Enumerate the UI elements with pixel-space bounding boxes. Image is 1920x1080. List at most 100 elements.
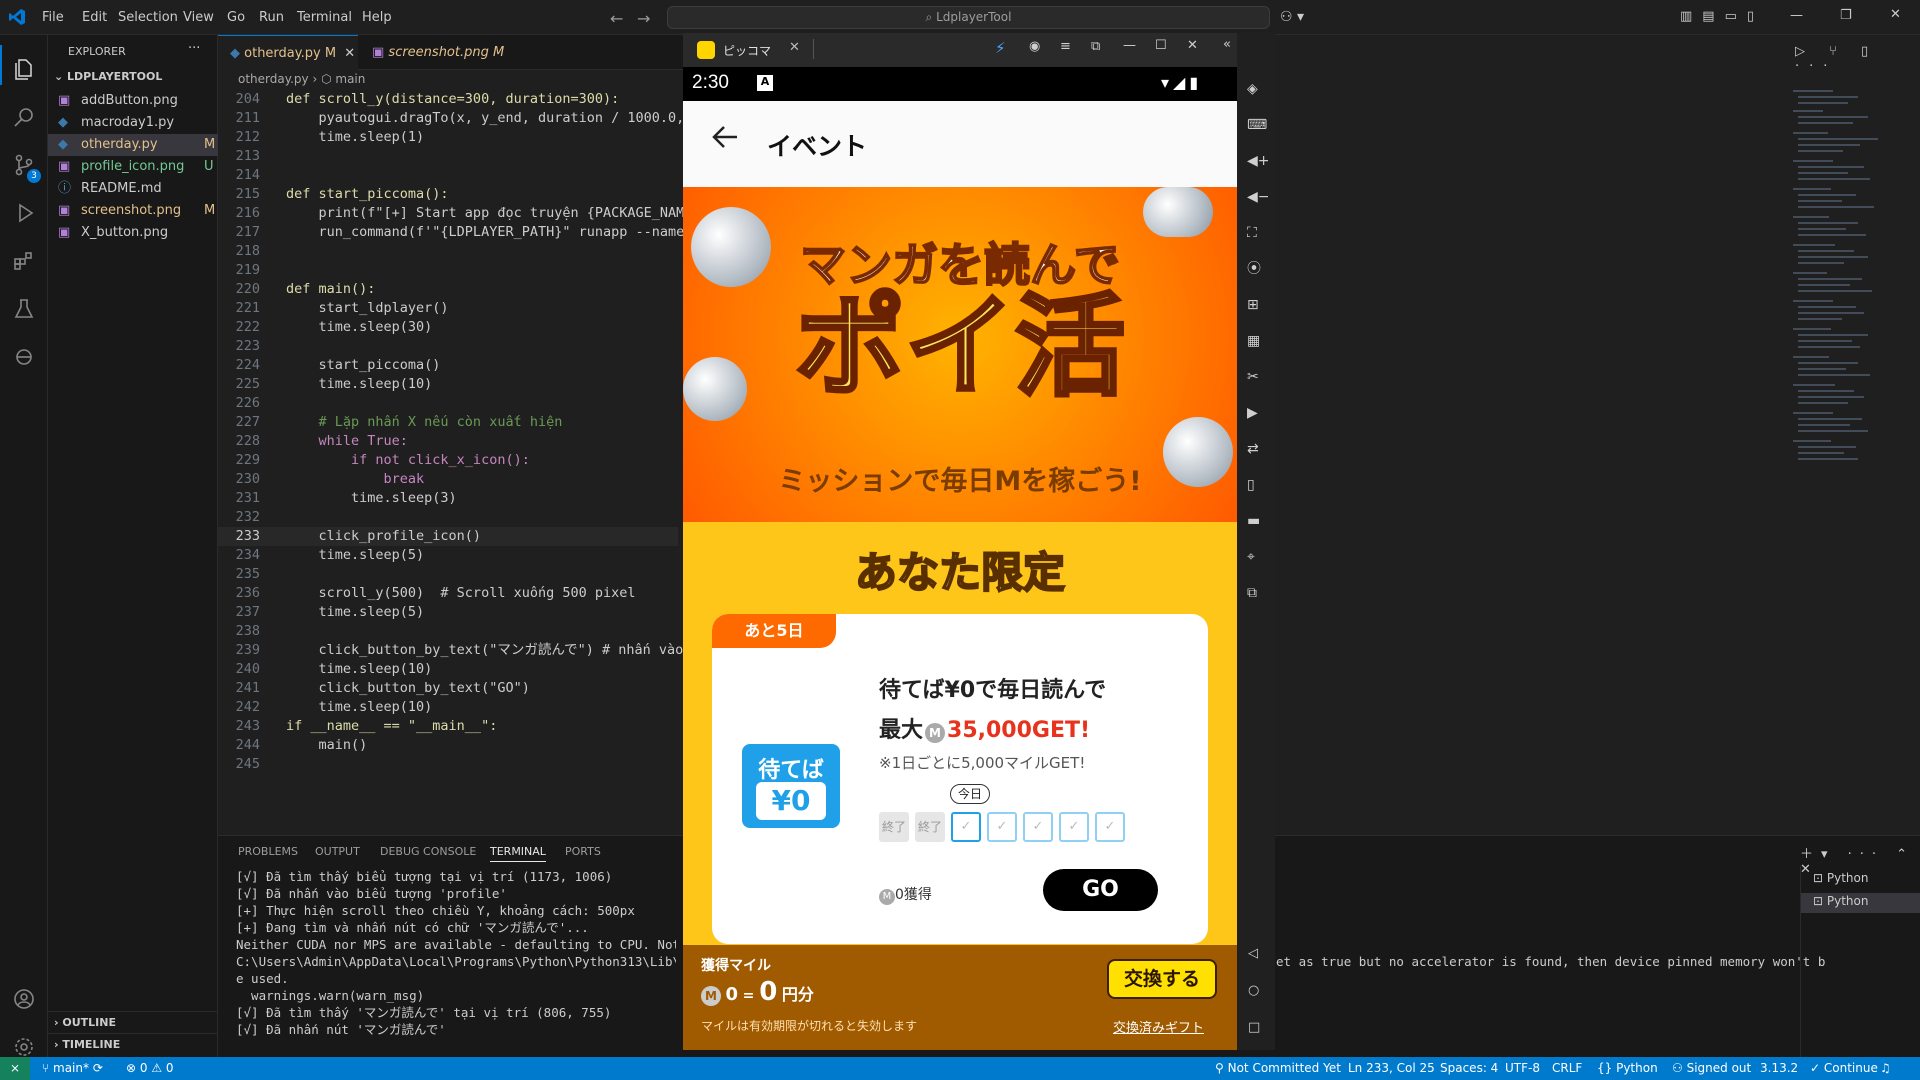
close-tab-icon[interactable]: ✕ [344, 46, 355, 61]
editor-actions[interactable]: ▷ ⑂ ▯ ··· [1795, 44, 1920, 74]
apk-icon[interactable]: ▦ [1247, 323, 1270, 359]
panel-tab-output[interactable]: OUTPUT [315, 845, 360, 858]
collapse-sidebar-icon[interactable]: « [1223, 37, 1231, 52]
lightning-icon[interactable]: ⚡ [995, 39, 1006, 57]
go-button[interactable]: GO [1043, 869, 1158, 911]
home-nav-icon[interactable]: ○ [1248, 983, 1259, 998]
close-icon[interactable]: ✕ [1187, 38, 1198, 53]
remote-icon[interactable] [0, 333, 48, 381]
volume-up-icon[interactable]: ◀+ [1247, 143, 1270, 179]
testing-icon[interactable] [0, 285, 48, 333]
line-ending[interactable]: CRLF [1552, 1057, 1582, 1080]
maximize-icon[interactable]: ☐ [1155, 38, 1167, 53]
breadcrumb[interactable]: otherday.py › ⬡ main [238, 72, 365, 86]
event-banner[interactable]: マンガを読んで ポイ活 ミッションで毎日Mを稼ごう! [683, 187, 1237, 522]
exchange-button[interactable]: 交換する [1107, 959, 1217, 999]
close-icon[interactable]: ✕ [1890, 7, 1901, 22]
account-icon[interactable] [0, 975, 48, 1023]
emulator-tool-icons[interactable]: ◈ ⌨ ◀+ ◀− ⛶ ⦿ ⊞ ▦ ✂ ▶ ⇄ ▯ ▬ ⌖ ⧉ [1247, 71, 1270, 611]
volume-down-icon[interactable]: ◀− [1247, 179, 1270, 215]
recents-nav-icon[interactable]: □ [1248, 1020, 1260, 1035]
gamepad-icon[interactable]: ◈ [1247, 71, 1270, 107]
outline-section[interactable]: › OUTLINE [48, 1011, 218, 1033]
panel-tab-terminal[interactable]: TERMINAL [490, 845, 546, 862]
indentation[interactable]: Spaces: 4 [1440, 1057, 1498, 1080]
bell-icon[interactable]: ♫ [1880, 1057, 1891, 1080]
fullscreen-icon[interactable]: ⛶ [1247, 215, 1270, 251]
nav-forward-icon[interactable]: → [637, 9, 650, 28]
minimize-icon[interactable]: — [1123, 38, 1136, 53]
source-control-icon[interactable]: 3 [0, 141, 48, 189]
folder-icon[interactable]: ▬ [1247, 503, 1270, 539]
minimap[interactable] [1790, 88, 1900, 588]
panel-tab-debug-console[interactable]: DEBUG CONSOLE [380, 845, 476, 858]
exchanged-gifts-link[interactable]: 交換済みギフト [1113, 1017, 1204, 1036]
tab-otherday[interactable]: ◆ otherday.py M ✕ [218, 35, 358, 70]
layout-icons[interactable]: ▥▤▭▯ [1680, 9, 1764, 24]
sync-icon[interactable]: ⇄ [1247, 431, 1270, 467]
close-tab-icon[interactable]: ✕ [789, 40, 800, 55]
record-icon[interactable]: ▶ [1247, 395, 1270, 431]
menu-icon[interactable]: ≡ [1060, 39, 1071, 54]
problems-count[interactable]: ⊗ 0 ⚠ 0 [126, 1057, 174, 1080]
git-blame[interactable]: ⚲ Not Committed Yet [1215, 1057, 1341, 1080]
multi-instance-icon[interactable]: ⧉ [1247, 575, 1270, 611]
shake-icon[interactable]: ▯ [1247, 467, 1270, 503]
add-apk-icon[interactable]: ⊞ [1247, 287, 1270, 323]
mission-card[interactable]: あと5日 待てば ¥0 待てば¥0で毎日読んで 最大 M 35,000GET! ※1… [712, 614, 1208, 944]
timeline-section[interactable]: › TIMELINE [48, 1033, 218, 1055]
encoding[interactable]: UTF-8 [1505, 1057, 1540, 1080]
language-mode[interactable]: {} Python [1597, 1057, 1658, 1080]
continue-status[interactable]: ✓ Continue [1810, 1057, 1878, 1080]
terminal-list-item[interactable]: ⊡ Python [1813, 871, 1868, 885]
cursor-position[interactable]: Ln 233, Col 25 [1348, 1057, 1435, 1080]
file-item[interactable]: ▣ profile_icon.png U [48, 156, 218, 178]
file-item[interactable]: ◆ macroday1.py [48, 112, 218, 134]
panel-tab-problems[interactable]: PROBLEMS [238, 845, 298, 858]
menu-help[interactable]: Help [357, 0, 397, 35]
nav-back-icon[interactable]: ← [610, 9, 623, 28]
file-item[interactable]: ▣ screenshot.png M [48, 200, 218, 222]
keyboard-icon[interactable]: ⌨ [1247, 107, 1270, 143]
account-status[interactable]: ⚇ Signed out [1672, 1057, 1751, 1080]
line-number: 237 [235, 604, 260, 620]
file-item-selected[interactable]: ◆ otherday.py M [48, 134, 218, 156]
scissors-icon[interactable]: ✂ [1247, 359, 1270, 395]
image-file-icon: ▣ [58, 93, 71, 108]
file-item[interactable]: ▣ X_button.png [48, 222, 218, 244]
more-actions-icon[interactable]: ··· [188, 41, 200, 56]
screenshot-icon[interactable]: ⦿ [1247, 251, 1270, 287]
run-debug-icon[interactable] [0, 189, 48, 237]
menu-edit[interactable]: Edit [77, 0, 112, 35]
python-file-icon: ◆ [230, 46, 245, 61]
minimize-icon[interactable]: — [1790, 8, 1803, 23]
file-item[interactable]: ▣ addButton.png [48, 90, 218, 112]
tab-screenshot[interactable]: ▣ screenshot.png M [360, 35, 510, 70]
menu-view[interactable]: View [178, 0, 219, 35]
today-tooltip: 今日 [950, 784, 990, 804]
python-version[interactable]: 3.13.2 [1760, 1057, 1798, 1080]
menu-go[interactable]: Go [222, 0, 250, 35]
menu-selection[interactable]: Selection [113, 0, 183, 35]
menu-run[interactable]: Run [254, 0, 289, 35]
git-branch[interactable]: ⑂ main* ⟳ [42, 1057, 103, 1080]
workspace-root[interactable]: ⌄ LDPLAYERTOOL [54, 70, 162, 83]
back-arrow-icon[interactable] [709, 121, 741, 157]
terminal-list-item-active[interactable]: ⊡ Python [1801, 893, 1920, 913]
menu-terminal[interactable]: Terminal [292, 0, 357, 35]
code-text: pyautogui.dragTo(x, y_end, duration / 10… [286, 110, 709, 126]
menu-file[interactable]: File [37, 0, 69, 35]
back-nav-icon[interactable]: ◁ [1248, 946, 1258, 961]
file-item[interactable]: ⓘ README.md [48, 178, 218, 200]
remote-indicator-icon[interactable]: ⨯ [0, 1057, 30, 1080]
panel-tab-ports[interactable]: PORTS [565, 845, 601, 858]
account-icon[interactable]: ◉ [1029, 39, 1040, 54]
extensions-icon[interactable] [0, 237, 48, 285]
maximize-icon[interactable]: ❐ [1840, 8, 1852, 23]
window-mode-icon[interactable]: ⧉ [1091, 39, 1100, 54]
search-icon[interactable] [0, 93, 48, 141]
explorer-icon[interactable] [0, 45, 48, 93]
location-icon[interactable]: ⌖ [1247, 539, 1270, 575]
copilot-icon[interactable]: ⚇ ▾ [1280, 9, 1304, 25]
command-center-search[interactable]: ⌕ LdplayerTool [667, 6, 1270, 29]
